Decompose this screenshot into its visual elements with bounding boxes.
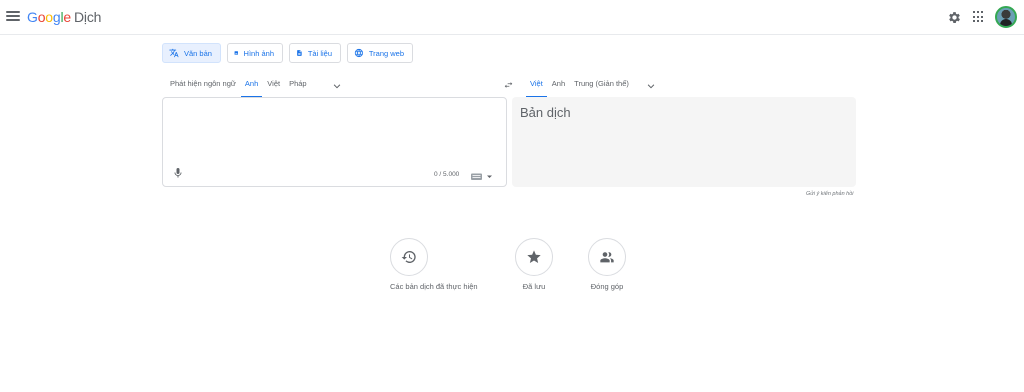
translation-placeholder: Bản dịch	[520, 105, 571, 120]
more-target-languages-chevron-down-icon[interactable]	[646, 81, 656, 91]
contribute-label: Đóng góp	[590, 282, 624, 291]
keyboard-input-tools-icon[interactable]	[471, 172, 497, 181]
top-app-bar: Google Dịch	[0, 0, 1024, 35]
tab-images-label: Hình ảnh	[243, 48, 274, 58]
target-lang-chinese-simplified[interactable]: Trung (Giản thể)	[574, 74, 629, 98]
people-icon	[600, 252, 614, 263]
source-lang-french[interactable]: Pháp	[289, 74, 307, 98]
google-apps-grid-icon[interactable]	[973, 11, 985, 23]
translation-mode-tabs: Văn bản Hình ảnh Tài liệu Trang web	[162, 43, 419, 63]
contribute-button[interactable]	[588, 238, 626, 276]
account-avatar[interactable]	[995, 6, 1017, 28]
tab-documents[interactable]: Tài liệu	[289, 43, 341, 63]
globe-icon	[354, 48, 364, 58]
tab-text[interactable]: Văn bản	[162, 43, 221, 63]
image-icon	[234, 51, 238, 55]
settings-gear-icon[interactable]	[947, 10, 962, 25]
source-language-bar: Phát hiện ngôn ngữ Anh Việt Pháp	[170, 74, 342, 98]
saved-label: Đã lưu	[522, 282, 546, 291]
history-icon	[401, 250, 416, 263]
target-language-bar: Việt Anh Trung (Giản thể)	[526, 74, 656, 98]
tab-websites[interactable]: Trang web	[347, 43, 413, 63]
logo-letter: e	[63, 9, 71, 25]
source-lang-english[interactable]: Anh	[240, 74, 263, 98]
source-lang-vietnamese[interactable]: Việt	[267, 74, 280, 98]
swap-languages-icon[interactable]	[503, 80, 514, 90]
translate-icon	[169, 48, 179, 58]
logo-letter: G	[27, 9, 38, 25]
logo-letter: o	[45, 9, 53, 25]
source-text-panel: 0 / 5.000	[162, 97, 507, 187]
send-feedback-link[interactable]: Gửi ý kiến phản hồi	[806, 191, 854, 197]
target-lang-vietnamese[interactable]: Việt	[526, 74, 547, 98]
google-translate-logo[interactable]: Google Dịch	[27, 9, 101, 25]
tab-websites-label: Trang web	[368, 48, 404, 58]
tab-documents-label: Tài liệu	[307, 48, 332, 58]
source-text-input[interactable]	[171, 104, 499, 164]
tab-images[interactable]: Hình ảnh	[227, 43, 283, 63]
saved-button[interactable]	[515, 238, 553, 276]
source-lang-detect[interactable]: Phát hiện ngôn ngữ	[170, 74, 236, 98]
translation-output-panel: Bản dịch	[512, 97, 856, 187]
more-source-languages-chevron-down-icon[interactable]	[332, 81, 342, 91]
target-lang-english[interactable]: Anh	[552, 74, 565, 98]
main-menu-icon[interactable]	[6, 9, 20, 23]
history-button[interactable]	[390, 238, 428, 276]
tab-text-label: Văn bản	[184, 48, 212, 58]
microphone-icon[interactable]	[172, 167, 184, 179]
product-name: Dịch	[74, 9, 102, 25]
character-count: 0 / 5.000	[434, 171, 460, 178]
document-icon	[297, 50, 302, 56]
history-label: Các bản dịch đã thực hiện	[390, 282, 478, 291]
star-icon	[527, 250, 541, 263]
